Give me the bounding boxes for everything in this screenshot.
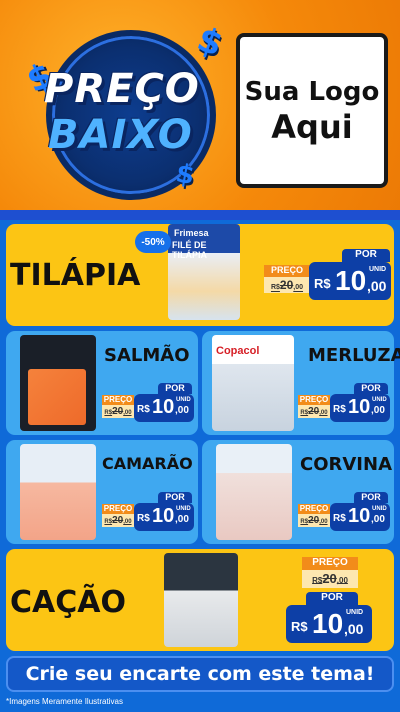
package-brand: Frimesa xyxy=(174,228,209,238)
currency: R$ xyxy=(291,619,308,634)
preco-baixo-badge: $ $ $ PREÇO BAIXO xyxy=(21,19,228,200)
product-card-cacao[interactable]: CAÇÃO PREÇO R$20,00 POR R$ 10 ,00 UNID xyxy=(6,549,394,651)
por-label: POR xyxy=(158,492,192,503)
product-image-tilapia: Frimesa FILÉ DE TILÁPIA xyxy=(168,224,240,320)
currency: R$ xyxy=(137,404,150,415)
unit-label: UNID xyxy=(372,506,387,512)
price-cents: ,00 xyxy=(371,405,385,416)
price-value: 10 xyxy=(152,505,175,527)
unit-label: UNID xyxy=(369,266,387,273)
por-label: POR xyxy=(354,383,388,394)
discount-badge: -50% xyxy=(135,231,171,253)
product-image-salmao xyxy=(20,335,96,431)
old-price-value: R$20,00 xyxy=(102,405,134,418)
product-name: MERLUZA xyxy=(308,345,400,366)
title-line2: BAIXO xyxy=(48,112,193,158)
old-price-label: PREÇO xyxy=(264,265,310,277)
old-price-value: R$20,00 xyxy=(298,405,330,418)
header-banner: $ $ $ PREÇO BAIXO Sua Logo Aqui xyxy=(0,0,400,215)
old-price-value: R$20,00 xyxy=(264,277,310,293)
currency: R$ xyxy=(314,276,331,291)
product-name: CAÇÃO xyxy=(10,585,126,620)
product-name: TILÁPIA xyxy=(10,258,141,293)
price-cents: ,00 xyxy=(367,278,387,294)
header-divider xyxy=(0,210,400,220)
unit-label: UNID xyxy=(176,506,191,512)
disclaimer-note: *Imagens Meramente Ilustrativas xyxy=(6,697,123,706)
price-value: 10 xyxy=(312,608,344,639)
logo-line1: Sua Logo xyxy=(244,76,380,107)
old-price-label: PREÇO xyxy=(298,504,330,514)
package-brand: Copacol xyxy=(216,345,260,357)
price-box: R$ 10 ,00 UNID xyxy=(286,605,372,643)
por-label: POR xyxy=(354,492,388,503)
por-label: POR xyxy=(306,592,358,605)
price-box: R$ 10 ,00 UNID xyxy=(134,503,194,531)
price-box: R$ 10 ,00 UNID xyxy=(134,394,194,422)
product-card-camarao[interactable]: CAMARÃO PREÇO R$20,00 POR R$ 10 ,00 UNID xyxy=(6,440,198,544)
price-value: 10 xyxy=(348,396,371,418)
price-cents: ,00 xyxy=(175,514,189,525)
price-value: 10 xyxy=(152,396,175,418)
price-value: 10 xyxy=(348,505,371,527)
por-label: POR xyxy=(342,249,390,262)
old-price-value: R$20,00 xyxy=(302,570,358,588)
product-name: CAMARÃO xyxy=(102,454,193,473)
product-card-tilapia[interactable]: TILÁPIA Frimesa FILÉ DE TILÁPIA PREÇO R$… xyxy=(6,224,394,326)
product-name: SALMÃO xyxy=(104,345,190,366)
product-image-merluza: Copacol xyxy=(212,335,294,431)
title-line1: PREÇO xyxy=(44,66,200,112)
unit-label: UNID xyxy=(372,397,387,403)
product-image-cacao xyxy=(164,553,238,647)
price-box: R$ 10 ,00 UNID xyxy=(330,503,390,531)
price-cents: ,00 xyxy=(175,405,189,416)
unit-label: UNID xyxy=(346,609,364,616)
price-box: R$ 10 ,00 UNID xyxy=(330,394,390,422)
create-flyer-button[interactable]: Crie seu encarte com este tema! xyxy=(6,656,394,692)
currency: R$ xyxy=(137,513,150,524)
price-cents: ,00 xyxy=(344,621,364,637)
product-card-merluza[interactable]: Copacol MERLUZA PREÇO R$20,00 POR R$ 10 … xyxy=(202,331,400,435)
product-card-salmao[interactable]: SALMÃO PREÇO R$20,00 POR R$ 10 ,00 UNID xyxy=(6,331,198,435)
logo-placeholder[interactable]: Sua Logo Aqui xyxy=(236,33,388,188)
price-cents: ,00 xyxy=(371,514,385,525)
product-name: CORVINA xyxy=(300,454,392,475)
product-card-corvina[interactable]: CORVINA PREÇO R$20,00 POR R$ 10 ,00 UNID xyxy=(202,440,394,544)
product-image-camarao xyxy=(20,444,96,540)
old-price-value: R$20,00 xyxy=(102,514,134,527)
old-price-label: PREÇO xyxy=(102,395,134,405)
old-price-label: PREÇO xyxy=(302,557,358,570)
price-value: 10 xyxy=(335,265,367,296)
por-label: POR xyxy=(158,383,192,394)
currency: R$ xyxy=(333,513,346,524)
currency: R$ xyxy=(333,404,346,415)
dollar-icon: $ xyxy=(173,158,197,192)
package-text: FILÉ DE TILÁPIA xyxy=(172,240,207,260)
dollar-icon: $ xyxy=(191,19,228,65)
price-box: R$ 10 ,00 UNID xyxy=(309,262,391,300)
product-image-corvina xyxy=(216,444,292,540)
unit-label: UNID xyxy=(176,397,191,403)
old-price-label: PREÇO xyxy=(102,504,134,514)
old-price-value: R$20,00 xyxy=(298,514,330,527)
logo-line2: Aqui xyxy=(271,107,353,146)
old-price-label: PREÇO xyxy=(298,395,330,405)
